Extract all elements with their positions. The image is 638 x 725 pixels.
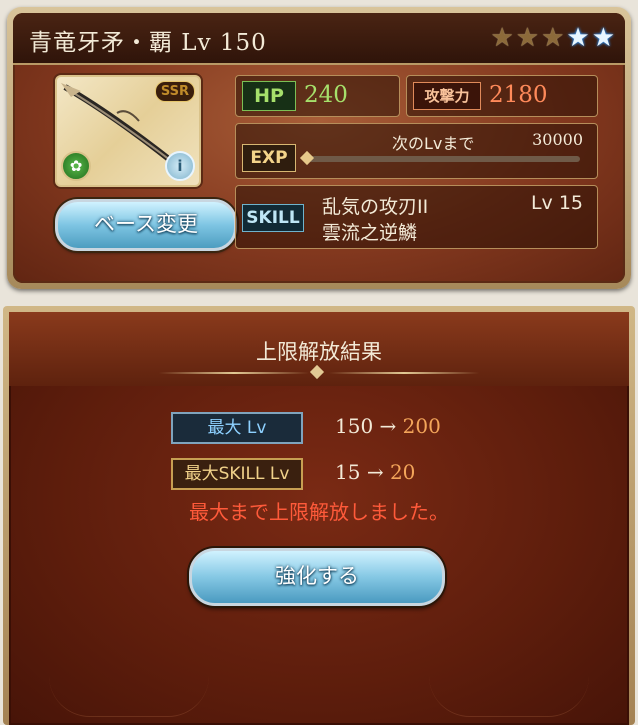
arrow-icon: → (366, 460, 384, 484)
skill-name: 乱気の攻刃II (322, 196, 429, 218)
hp-label: HP (242, 81, 296, 111)
hp-box: HP 240 (235, 75, 400, 117)
arrow-icon: → (379, 414, 397, 438)
exp-marker-icon (299, 150, 315, 166)
skill-name-2: 雲流之逆鱗 (322, 222, 418, 244)
blue-star-icon: ★ (591, 23, 615, 53)
decoration (429, 676, 589, 717)
atk-box: 攻撃力 2180 (406, 75, 598, 117)
result-message: 最大まで上限解放しました。 (189, 500, 449, 524)
screen: 青竜牙矛・覇 Lv 150 ★ ★ ★ ★ ★ SSR ✿ i ベース変更 HP… (0, 0, 638, 725)
base-change-button[interactable]: ベース変更 (55, 199, 237, 251)
star-icon: ★ (515, 23, 540, 53)
enhance-button[interactable]: 強化する (189, 548, 445, 606)
skill-label: SKILL (242, 204, 304, 232)
max-skill-to: 20 (389, 460, 416, 484)
max-skill-lv-label: 最大SKILL Lv (171, 458, 303, 490)
divider (159, 372, 309, 374)
max-lv-from: 150 (335, 414, 374, 438)
star-icon: ★ (541, 23, 565, 53)
weapon-title: 青竜牙矛・覇 Lv 150 (29, 30, 267, 56)
star-icon: ★ (490, 23, 514, 53)
result-panel: 上限解放結果 最大 Lv 150 → 200 最大SKILL Lv 15 → 2… (3, 306, 635, 725)
exp-next-label: 次のLvまで (392, 134, 475, 153)
hp-value: 240 (304, 82, 348, 108)
divider (329, 372, 479, 374)
skill-box: SKILL 乱気の攻刃II Lv 15 雲流之逆鱗 (235, 185, 598, 249)
info-icon[interactable]: i (165, 151, 195, 181)
max-skill-from: 15 (335, 460, 361, 484)
skill-level: Lv 15 (530, 192, 583, 214)
title-bar: 青竜牙矛・覇 Lv 150 ★ ★ ★ ★ ★ (13, 13, 625, 65)
decoration (49, 676, 209, 717)
weapon-card-inner: 青竜牙矛・覇 Lv 150 ★ ★ ★ ★ ★ SSR ✿ i ベース変更 HP… (13, 13, 625, 283)
result-title: 上限解放結果 (256, 340, 382, 364)
weapon-image[interactable]: SSR ✿ i (55, 75, 201, 187)
exp-box: EXP 次のLvまで 30000 (235, 123, 598, 179)
result-header: 上限解放結果 (9, 312, 629, 386)
max-lv-to: 200 (402, 414, 441, 438)
atk-value: 2180 (489, 82, 548, 108)
uncap-stars: ★ ★ ★ ★ ★ (490, 24, 615, 52)
rarity-badge: SSR (154, 81, 195, 102)
exp-label: EXP (242, 144, 296, 172)
max-lv-label: 最大 Lv (171, 412, 303, 444)
blue-star-icon: ★ (566, 23, 590, 53)
wind-element-icon: ✿ (61, 151, 91, 181)
max-skill-change: 15 → 20 (335, 460, 415, 484)
exp-bar (308, 156, 580, 162)
max-lv-change: 150 → 200 (335, 414, 441, 438)
diamond-icon (309, 364, 325, 380)
atk-label: 攻撃力 (413, 82, 481, 110)
result-panel-inner: 上限解放結果 最大 Lv 150 → 200 最大SKILL Lv 15 → 2… (9, 312, 629, 725)
exp-next-value: 30000 (532, 130, 583, 149)
weapon-card: 青竜牙矛・覇 Lv 150 ★ ★ ★ ★ ★ SSR ✿ i ベース変更 HP… (7, 7, 631, 289)
